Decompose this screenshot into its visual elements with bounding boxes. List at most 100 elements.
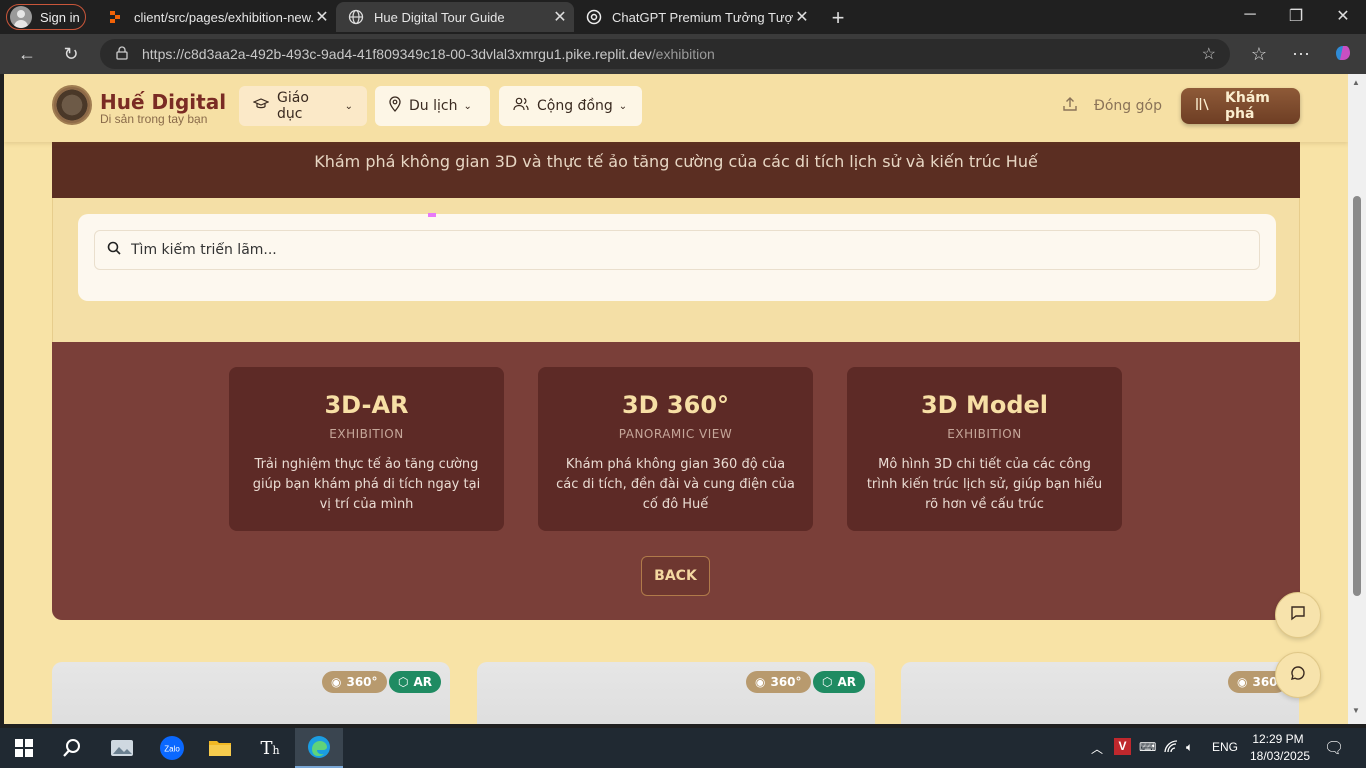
- page-scrollbar[interactable]: ▲ ▼: [1348, 74, 1366, 724]
- close-tab-icon[interactable]: ✕: [552, 7, 568, 27]
- brand-title[interactable]: Huế Digital: [100, 90, 226, 114]
- search-input[interactable]: [131, 242, 531, 258]
- edge-browser-icon[interactable]: [295, 728, 343, 768]
- wifi-icon[interactable]: [1164, 740, 1180, 757]
- exhibition-card[interactable]: ◉ 360: [901, 662, 1299, 724]
- eye-icon: ◉: [1237, 675, 1248, 689]
- address-bar-row: ← ↻ https://c8d3aa2a-492b-493c-9ad4-41f8…: [0, 34, 1366, 74]
- sign-in-button[interactable]: Sign in: [6, 4, 86, 30]
- input-language[interactable]: ENG: [1212, 740, 1238, 754]
- copilot-icon[interactable]: [1332, 43, 1354, 65]
- scrollbar-thumb[interactable]: [1353, 196, 1361, 596]
- url-field[interactable]: https://c8d3aa2a-492b-493c-9ad4-41f80934…: [100, 39, 1230, 69]
- tab-hue-digital[interactable]: Hue Digital Tour Guide ✕: [336, 2, 574, 32]
- clock-date: 18/03/2025: [1250, 749, 1311, 763]
- chatgpt-icon: [586, 9, 602, 25]
- sign-in-label: Sign in: [40, 9, 80, 25]
- badge-ar: ⬡ AR: [813, 671, 866, 693]
- tab-chatgpt[interactable]: ChatGPT Premium Tưởng Tượng ✕: [574, 2, 816, 32]
- chat-fab[interactable]: [1275, 592, 1321, 638]
- favorite-star-icon[interactable]: ☆: [1202, 44, 1216, 64]
- explore-button[interactable]: Khám phá: [1181, 88, 1300, 124]
- mode-card-3d-ar[interactable]: 3D-AR EXHIBITION Trải nghiệm thực tế ảo …: [229, 367, 504, 531]
- photos-icon[interactable]: [98, 728, 146, 768]
- graduation-cap-icon: [252, 97, 270, 115]
- search-icon[interactable]: [48, 728, 96, 768]
- scroll-down-icon[interactable]: ▼: [1352, 706, 1360, 715]
- search-card: [78, 213, 1276, 301]
- restore-icon[interactable]: ❐: [1286, 6, 1306, 26]
- explore-label: Khám phá: [1225, 90, 1270, 122]
- replit-icon: [108, 9, 124, 25]
- globe-icon: [348, 9, 364, 25]
- minimize-icon[interactable]: ─: [1240, 6, 1260, 24]
- web-page: Huế Digital Di sản trong tay bạn Giáo dụ…: [4, 74, 1348, 724]
- volume-icon[interactable]: 🔈︎: [1186, 740, 1193, 755]
- keyboard-icon[interactable]: ⌨: [1139, 740, 1156, 754]
- mode-card-3d-360[interactable]: 3D 360° PANORAMIC VIEW Khám phá không gi…: [538, 367, 813, 531]
- badge-label: AR: [413, 675, 433, 689]
- cube-icon: ⬡: [822, 675, 833, 689]
- exhibition-card[interactable]: ◉ 360° ⬡ AR: [52, 662, 450, 724]
- url-path: /exhibition: [651, 46, 715, 62]
- refresh-icon[interactable]: ↻: [60, 43, 82, 65]
- users-icon: [513, 97, 529, 115]
- scroll-up-icon[interactable]: ▲: [1352, 78, 1360, 87]
- search-section: [52, 198, 1300, 342]
- clock-time: 12:29 PM: [1252, 732, 1304, 746]
- back-button[interactable]: BACK: [641, 556, 710, 596]
- zalo-icon[interactable]: Zalo: [148, 728, 196, 768]
- favorites-icon[interactable]: ☆: [1248, 43, 1270, 65]
- search-box[interactable]: [94, 230, 1260, 270]
- more-menu-icon[interactable]: ⋯: [1290, 43, 1312, 65]
- notifications-icon[interactable]: 🗨︎: [1324, 738, 1344, 758]
- map-pin-icon: [389, 96, 401, 116]
- new-tab-button[interactable]: +: [828, 5, 848, 31]
- vn-input-icon[interactable]: V: [1114, 738, 1131, 755]
- text-tool-icon[interactable]: Th: [246, 728, 294, 768]
- nav-education[interactable]: Giáo dục ⌄: [239, 86, 367, 126]
- chevron-down-icon: ⌄: [618, 100, 628, 112]
- nav-label: Giáo dục: [277, 90, 309, 122]
- library-icon: [1195, 97, 1211, 115]
- file-explorer-icon[interactable]: [196, 728, 244, 768]
- back-arrow-icon[interactable]: ←: [16, 43, 38, 65]
- taskbar-clock[interactable]: 12:29 PM 18/03/2025: [1250, 731, 1311, 765]
- badge-label: 360°: [770, 675, 802, 689]
- mode-description: Khám phá không gian 360 độ của các di tí…: [556, 457, 795, 512]
- badge-label: 360°: [346, 675, 378, 689]
- brand-tagline: Di sản trong tay bạn: [100, 112, 208, 126]
- exhibition-card[interactable]: ◉ 360° ⬡ AR: [477, 662, 875, 724]
- mode-title: 3D-AR: [324, 391, 409, 419]
- hero-subtitle: Khám phá không gian 3D và thực tế ảo tăn…: [314, 152, 1038, 171]
- avatar-icon: [10, 6, 32, 28]
- mode-title: 3D Model: [920, 391, 1049, 419]
- mode-description: Trải nghiệm thực tế ảo tăng cường giúp b…: [252, 457, 481, 512]
- close-tab-icon[interactable]: ✕: [314, 7, 330, 27]
- site-logo[interactable]: [52, 85, 92, 125]
- url-domain: https://c8d3aa2a-492b-493c-9ad4-41f80934…: [142, 46, 652, 62]
- tab-title: ChatGPT Premium Tưởng Tượng: [612, 9, 794, 25]
- eye-icon: ◉: [755, 675, 766, 689]
- mode-subtitle: PANORAMIC VIEW: [618, 427, 733, 441]
- contribute-button[interactable]: Đóng góp: [1062, 96, 1162, 116]
- assistant-fab[interactable]: [1275, 652, 1321, 698]
- tab-replit[interactable]: client/src/pages/exhibition-new.t ✕: [96, 2, 336, 32]
- search-icon: [107, 241, 121, 259]
- cube-icon: ⬡: [398, 675, 409, 689]
- badge-label: 360: [1252, 675, 1278, 689]
- lock-icon: [116, 45, 128, 63]
- nav-travel[interactable]: Du lịch ⌄: [375, 86, 490, 126]
- close-tab-icon[interactable]: ✕: [794, 7, 810, 27]
- badge-ar: ⬡ AR: [389, 671, 442, 693]
- windows-start-icon[interactable]: [0, 728, 48, 768]
- nav-community[interactable]: Cộng đồng ⌄: [499, 86, 642, 126]
- windows-taskbar: Zalo Th ︿ V ⌨ 🔈︎ ENG 12:29 PM 18/03/2025…: [0, 728, 1366, 768]
- hero-band: Khám phá không gian 3D và thực tế ảo tăn…: [52, 142, 1300, 198]
- focus-marker: [428, 213, 436, 217]
- chevron-down-icon: ⌄: [463, 100, 472, 112]
- mode-card-3d-model[interactable]: 3D Model EXHIBITION Mô hình 3D chi tiết …: [847, 367, 1122, 531]
- show-hidden-icons[interactable]: ︿: [1091, 740, 1103, 757]
- chevron-down-icon: ⌄: [344, 100, 353, 112]
- close-window-icon[interactable]: ✕: [1333, 6, 1353, 26]
